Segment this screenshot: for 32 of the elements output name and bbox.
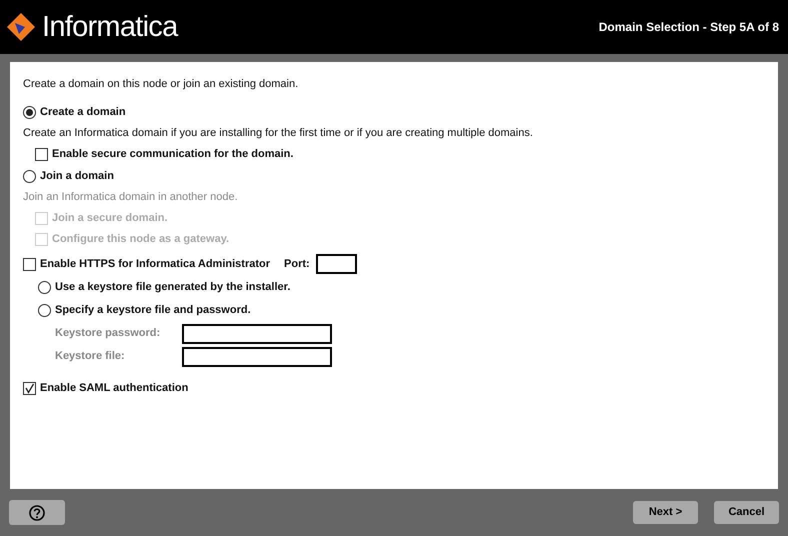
text-field[interactable] xyxy=(182,346,332,366)
radio-button[interactable] xyxy=(38,304,51,317)
logo-icon xyxy=(6,12,36,42)
port-field[interactable] xyxy=(316,254,357,274)
radio-button[interactable] xyxy=(23,106,36,119)
field-label: Keystore file: xyxy=(55,349,126,364)
radio-label: Join a domain xyxy=(40,169,114,184)
radio-label: Specify a keystore file and password. xyxy=(55,303,251,318)
help-icon xyxy=(29,504,45,520)
step-title: Domain Selection - Step 5A of 8 xyxy=(598,19,779,36)
checkbox[interactable] xyxy=(35,148,48,161)
brand-name: Informatica xyxy=(42,12,178,42)
port-label: Port: xyxy=(284,256,310,272)
field-label: Keystore password: xyxy=(55,326,162,342)
radio-label: Create a domain xyxy=(40,105,126,120)
footer-button[interactable]: Cancel xyxy=(714,501,779,524)
checkbox[interactable] xyxy=(23,382,36,395)
checkbox-label: Enable SAML authentication xyxy=(40,381,188,396)
radio-button[interactable] xyxy=(23,170,36,183)
checkbox-label: Enable HTTPS for Informatica Administrator xyxy=(40,256,270,272)
checkbox-label: Join a secure domain. xyxy=(52,211,168,226)
intro-text: Create a domain on this node or join an existing domain. xyxy=(23,77,300,92)
radio-button[interactable] xyxy=(38,281,51,294)
text-field[interactable] xyxy=(182,324,332,344)
radio-label: Use a keystore file generated by the installer. xyxy=(55,280,290,296)
help-button[interactable] xyxy=(9,500,65,525)
footer-button[interactable]: Next > xyxy=(633,501,698,524)
option-description: Create an Informatica domain if you are installing for the first time or if you are creating multiple domains. xyxy=(23,126,534,142)
option-description: Join an Informatica domain in another node. xyxy=(23,190,239,206)
checkbox-label: Configure this node as a gateway. xyxy=(52,232,230,248)
checkbox-label: Enable secure communication for the domain. xyxy=(52,147,294,162)
checkbox[interactable] xyxy=(23,258,36,270)
